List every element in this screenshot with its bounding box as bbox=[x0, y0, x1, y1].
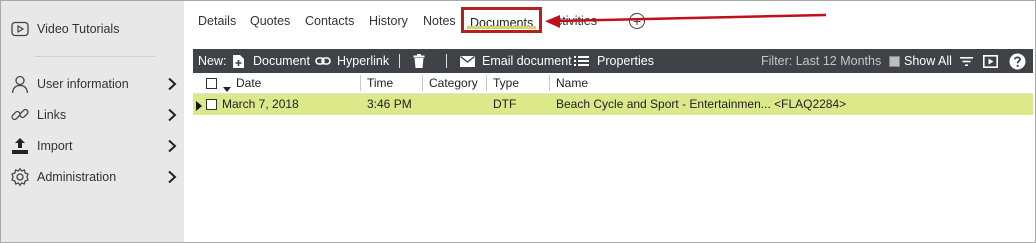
add-tab-icon[interactable]: + bbox=[629, 13, 645, 29]
sidebar-divider bbox=[35, 56, 155, 57]
email-label: Email document bbox=[482, 54, 572, 68]
tab-history[interactable]: History bbox=[369, 11, 408, 31]
show-all-label: Show All bbox=[904, 54, 952, 68]
chevron-right-icon[interactable] bbox=[165, 107, 179, 123]
sidebar: Video Tutorials User information Links I… bbox=[1, 1, 184, 242]
properties-label: Properties bbox=[597, 54, 654, 68]
cell-time: 3:46 PM bbox=[367, 97, 412, 111]
filter-lines-icon bbox=[960, 56, 973, 66]
column-separator bbox=[360, 75, 361, 91]
cell-date: March 7, 2018 bbox=[222, 97, 299, 111]
cell-type: DTF bbox=[493, 97, 517, 111]
table-row[interactable]: March 7, 2018 3:46 PM DTF Beach Cycle an… bbox=[193, 94, 1033, 115]
trash-icon bbox=[413, 54, 425, 68]
chevron-right-icon[interactable] bbox=[165, 169, 179, 185]
tab-details[interactable]: Details bbox=[198, 11, 236, 31]
sidebar-item-label: Links bbox=[37, 108, 67, 122]
play-icon bbox=[10, 19, 30, 39]
cell-name[interactable]: Beach Cycle and Sport - Entertainmen... … bbox=[556, 94, 846, 115]
show-all-toggle[interactable]: Show All bbox=[889, 49, 952, 73]
chevron-right-icon[interactable] bbox=[165, 76, 179, 92]
row-pointer-icon bbox=[196, 100, 202, 114]
mail-icon bbox=[460, 55, 475, 67]
sidebar-item-video-tutorials[interactable]: Video Tutorials bbox=[1, 17, 184, 41]
tab-contacts[interactable]: Contacts bbox=[305, 11, 354, 31]
new-document-button[interactable]: Document bbox=[232, 49, 310, 73]
tab-notes[interactable]: Notes bbox=[423, 11, 456, 31]
properties-button[interactable]: Properties bbox=[574, 49, 654, 73]
sidebar-item-label: Video Tutorials bbox=[37, 22, 120, 36]
help-icon bbox=[1009, 53, 1026, 69]
row-checkbox[interactable] bbox=[206, 99, 217, 110]
list-icon bbox=[574, 56, 589, 66]
help-button[interactable] bbox=[1009, 49, 1026, 73]
sidebar-item-label: User information bbox=[37, 77, 129, 91]
column-header-category[interactable]: Category bbox=[429, 73, 478, 93]
sidebar-item-user-information[interactable]: User information bbox=[1, 72, 184, 96]
app-window: Video Tutorials User information Links I… bbox=[0, 0, 1036, 243]
chevron-right-icon[interactable] bbox=[165, 138, 179, 154]
upload-icon bbox=[10, 136, 30, 156]
link-icon bbox=[10, 105, 30, 125]
sidebar-item-label: Administration bbox=[37, 170, 117, 184]
tab-bar: Details Quotes Contacts History Notes Do… bbox=[184, 1, 1035, 44]
filter-options-button[interactable] bbox=[960, 49, 973, 73]
sidebar-item-links[interactable]: Links bbox=[1, 103, 184, 127]
new-hyperlink-button[interactable]: Hyperlink bbox=[315, 49, 389, 73]
link-icon bbox=[315, 57, 331, 65]
document-label: Document bbox=[253, 54, 310, 68]
gear-icon bbox=[10, 167, 30, 187]
column-separator bbox=[486, 75, 487, 91]
delete-button[interactable] bbox=[413, 49, 425, 73]
document-plus-icon bbox=[233, 54, 244, 68]
column-header-date[interactable]: Date bbox=[236, 73, 261, 93]
new-label: New: bbox=[198, 54, 227, 68]
preview-button[interactable] bbox=[983, 49, 998, 73]
tab-activities[interactable]: ctivities bbox=[556, 11, 597, 31]
show-all-checkbox[interactable] bbox=[889, 55, 900, 67]
grid-header: Date Time Category Type Name bbox=[193, 73, 1033, 94]
sidebar-item-import[interactable]: Import bbox=[1, 134, 184, 158]
user-icon bbox=[10, 74, 30, 94]
column-header-time[interactable]: Time bbox=[367, 73, 393, 93]
column-separator bbox=[549, 75, 550, 91]
tab-documents[interactable]: Documents bbox=[461, 7, 543, 33]
toolbar-separator bbox=[399, 54, 400, 68]
sidebar-item-label: Import bbox=[37, 139, 73, 153]
document-toolbar: New: Document Hyperlink Email document P… bbox=[193, 49, 1033, 73]
select-all-checkbox[interactable] bbox=[206, 78, 217, 89]
hyperlink-label: Hyperlink bbox=[337, 54, 390, 68]
column-separator bbox=[422, 75, 423, 91]
email-document-button[interactable]: Email document bbox=[460, 49, 572, 73]
tab-quotes[interactable]: Quotes bbox=[250, 11, 290, 31]
column-header-type[interactable]: Type bbox=[493, 73, 519, 93]
column-header-name[interactable]: Name bbox=[556, 73, 588, 93]
preview-icon bbox=[983, 54, 998, 68]
toolbar-separator bbox=[446, 54, 447, 68]
sidebar-item-administration[interactable]: Administration bbox=[1, 165, 184, 189]
sort-desc-icon[interactable] bbox=[223, 81, 231, 95]
filter-button[interactable]: Filter: Last 12 Months bbox=[761, 49, 881, 73]
